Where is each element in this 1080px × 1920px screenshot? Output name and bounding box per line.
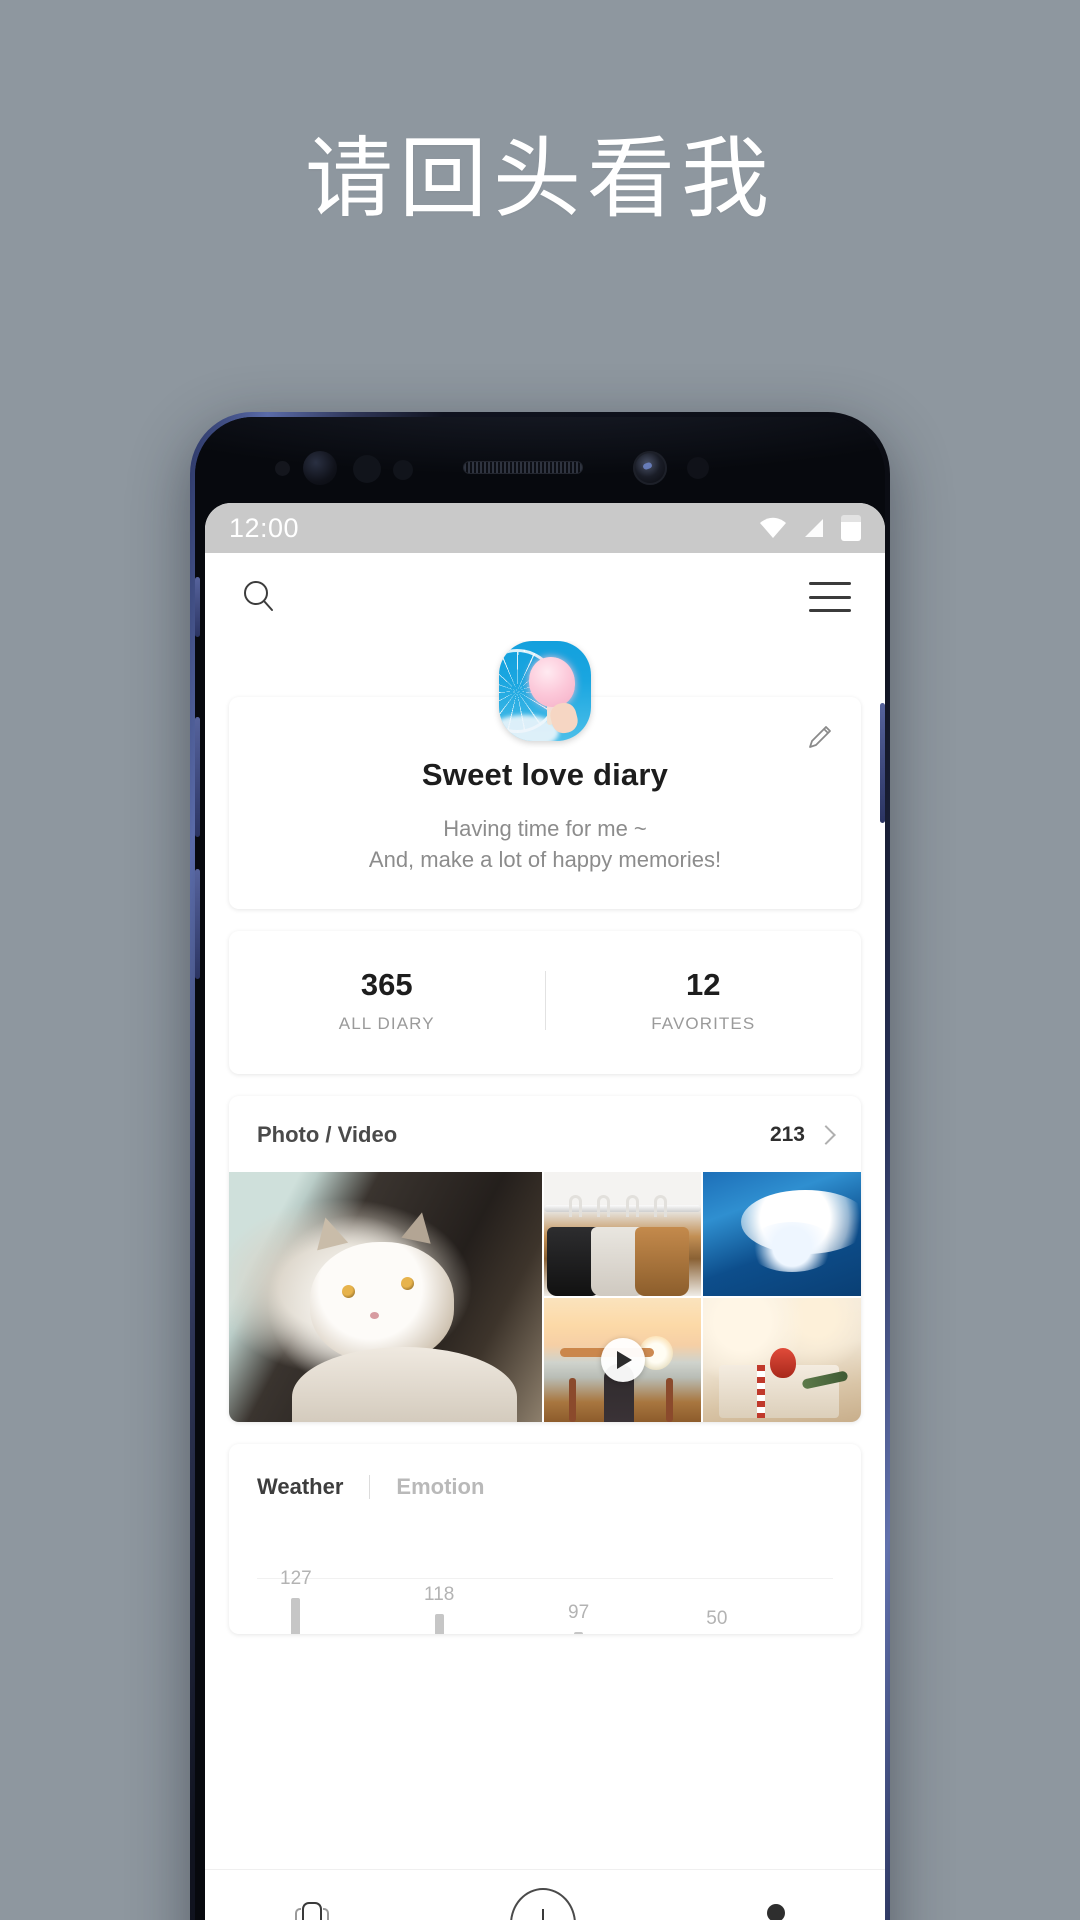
plus-glyph — [528, 1908, 558, 1920]
hanger-hook — [597, 1194, 611, 1217]
profile-subtitle: Having time for me ~ And, make a lot of … — [259, 813, 831, 875]
bar-group: 50 — [706, 1608, 727, 1634]
phone-top-bezel — [195, 417, 885, 503]
search-icon[interactable] — [239, 577, 279, 617]
person-head — [766, 1903, 785, 1920]
weather-bar-chart: 127 118 97 50 — [257, 1530, 833, 1635]
hanger-hook — [569, 1194, 583, 1217]
chart-baseline — [257, 1578, 833, 1580]
play-icon[interactable] — [600, 1338, 645, 1383]
stat-all-diary[interactable]: 365 ALL DIARY — [229, 967, 545, 1034]
sensor-icon — [275, 461, 290, 476]
assistant-button[interactable] — [195, 869, 200, 979]
bar — [291, 1598, 301, 1635]
volume-up-button[interactable] — [195, 577, 200, 637]
bar — [434, 1614, 444, 1635]
avatar-area — [205, 641, 885, 741]
status-icons — [759, 515, 861, 541]
hamburger-menu-icon[interactable] — [809, 582, 851, 612]
earpiece-speaker — [463, 461, 583, 474]
cotton-candy-graphic — [529, 657, 575, 707]
phone-device-mockup: 12:00 Sweet love diary Having time for m… — [190, 412, 890, 1920]
photo-cat[interactable] — [229, 1172, 542, 1423]
status-clock: 12:00 — [229, 512, 300, 543]
bar — [574, 1632, 584, 1635]
photo-grid — [229, 1172, 861, 1423]
bar-group: 97 — [568, 1602, 590, 1635]
hanger-hook — [654, 1194, 668, 1217]
signal-icon — [803, 517, 825, 539]
photo-video-title: Photo / Video — [257, 1122, 398, 1148]
tab-divider — [369, 1475, 371, 1500]
clothes-rail — [543, 1204, 702, 1212]
main-content: Sweet love diary Having time for me ~ An… — [205, 641, 885, 1869]
stat-value: 365 — [360, 967, 413, 1003]
promo-headline: 请回头看我 — [304, 127, 775, 230]
app-bar — [205, 553, 885, 641]
play-triangle — [617, 1351, 633, 1370]
wifi-icon — [759, 517, 787, 539]
photo-video-card: Photo / Video 213 — [229, 1096, 861, 1423]
bar-group: 127 — [280, 1568, 312, 1635]
photo-blue-sky-clouds[interactable] — [703, 1172, 861, 1297]
promo-screenshot: 请回头看我 12:00 Sweet love diary Having time… — [0, 0, 1080, 1920]
front-camera-icon — [633, 451, 667, 485]
bar-value: 97 — [568, 1602, 590, 1624]
chevron-right-icon[interactable] — [816, 1125, 836, 1146]
video-sunset-beach[interactable] — [543, 1298, 702, 1423]
bottom-navigation — [205, 1869, 885, 1920]
ornament — [769, 1347, 796, 1378]
status-bar: 12:00 — [205, 503, 885, 553]
hanger-hook — [625, 1194, 639, 1217]
cat-head — [310, 1242, 455, 1363]
cat-body — [291, 1347, 517, 1423]
photo-video-meta: 213 — [769, 1123, 836, 1147]
card-right — [323, 1907, 330, 1920]
power-button[interactable] — [880, 703, 885, 823]
phone-body: 12:00 Sweet love diary Having time for m… — [195, 417, 885, 1920]
tab-weather[interactable]: Weather — [257, 1474, 343, 1500]
cat-ear-left — [310, 1214, 349, 1251]
bar-value: 118 — [424, 1584, 455, 1606]
secondary-sensor-icon — [687, 457, 709, 479]
pencil-edit-icon[interactable] — [805, 723, 835, 753]
cat-eye-left — [341, 1284, 355, 1298]
photo-clothes-hangers[interactable] — [543, 1172, 702, 1297]
profile-subtitle-line-2: And, make a lot of happy memories! — [368, 847, 722, 873]
bar-value: 50 — [706, 1608, 728, 1630]
stats-card: 365 ALL DIARY 12 FAVORITES — [229, 931, 862, 1075]
card-left — [295, 1907, 302, 1920]
bar-group: 118 — [424, 1584, 455, 1635]
weather-emotion-card: Weather Emotion 127 118 97 50 — [229, 1444, 861, 1635]
profile-subtitle-line-1: Having time for me ~ — [443, 816, 647, 841]
plus-circle-icon[interactable] — [509, 1887, 576, 1920]
photo-video-count: 213 — [769, 1123, 805, 1147]
garment — [635, 1227, 689, 1297]
weather-emotion-tabs: Weather Emotion — [257, 1474, 833, 1500]
card-stack-icon[interactable] — [295, 1901, 330, 1920]
stat-value: 12 — [686, 967, 721, 1003]
cloud — [747, 1222, 836, 1272]
cat-ear-right — [401, 1209, 437, 1245]
person-icon[interactable] — [757, 1903, 795, 1920]
photo-video-header[interactable]: Photo / Video 213 — [229, 1096, 861, 1172]
card-center — [302, 1901, 323, 1920]
gift-ribbon — [756, 1365, 765, 1418]
stat-label: ALL DIARY — [338, 1014, 435, 1034]
battery-icon — [841, 515, 861, 541]
fence-post — [569, 1378, 577, 1423]
bar-value: 127 — [280, 1568, 312, 1590]
avatar[interactable] — [499, 641, 591, 741]
phone-screen: 12:00 Sweet love diary Having time for m… — [205, 503, 885, 1920]
stat-label: FAVORITES — [651, 1014, 756, 1034]
proximity-sensor-icon — [393, 460, 413, 480]
fence-post — [666, 1378, 674, 1423]
light-sensor-icon — [353, 455, 381, 483]
iris-scanner-icon — [303, 451, 337, 485]
stat-favorites[interactable]: 12 FAVORITES — [546, 967, 862, 1034]
photo-gift-bokeh[interactable] — [703, 1298, 861, 1423]
profile-title: Sweet love diary — [421, 757, 669, 792]
tab-emotion[interactable]: Emotion — [396, 1474, 484, 1500]
volume-down-button[interactable] — [195, 717, 200, 837]
